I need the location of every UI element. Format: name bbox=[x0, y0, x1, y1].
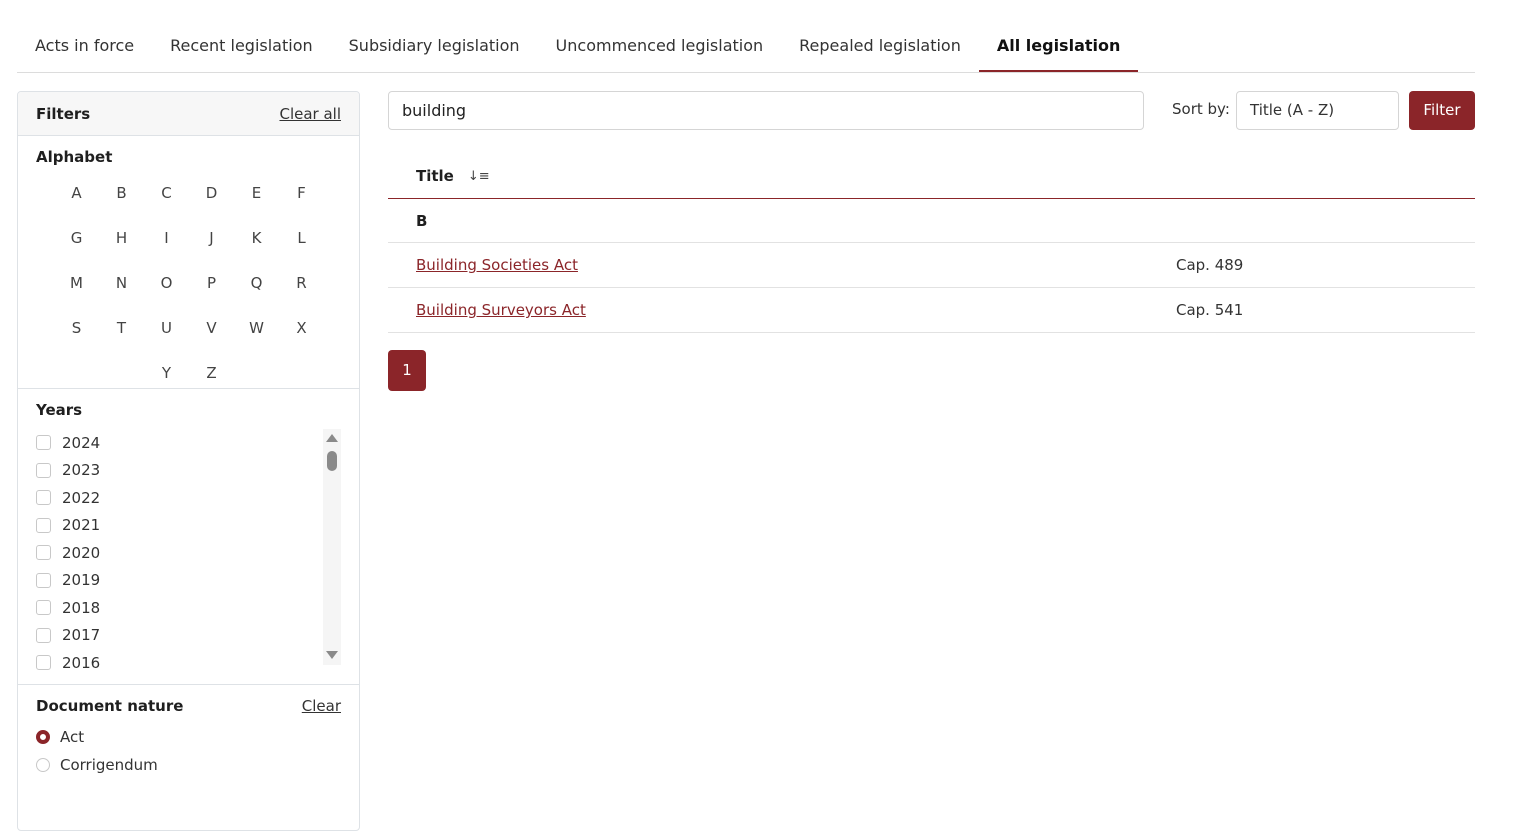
year-label: 2019 bbox=[62, 571, 101, 590]
alphabet-letter-k[interactable]: K bbox=[234, 227, 279, 250]
search-input[interactable] bbox=[388, 91, 1144, 130]
alphabet-letter-v[interactable]: V bbox=[189, 317, 234, 340]
year-checkbox[interactable] bbox=[36, 627, 51, 643]
cap-number: Cap. 541 bbox=[1176, 301, 1244, 319]
alphabet-letter-g[interactable]: G bbox=[54, 227, 99, 250]
tab-uncommenced-legislation[interactable]: Uncommenced legislation bbox=[538, 26, 782, 72]
legislation-link[interactable]: Building Societies Act bbox=[416, 256, 578, 274]
table-row: Building Societies Act Cap. 489 bbox=[388, 243, 1475, 288]
years-title: Years bbox=[36, 401, 83, 419]
document-nature-section: Document nature Clear Act Corrigendum bbox=[18, 685, 359, 791]
alphabet-letter-a[interactable]: A bbox=[54, 182, 99, 205]
title-column-header[interactable]: Title bbox=[416, 167, 454, 185]
year-option-2016[interactable]: 2016 bbox=[36, 649, 341, 677]
year-checkbox[interactable] bbox=[36, 600, 51, 616]
scroll-up-arrow-icon[interactable] bbox=[326, 434, 338, 442]
alphabet-letter-c[interactable]: C bbox=[144, 182, 189, 205]
year-option-2019[interactable]: 2019 bbox=[36, 567, 341, 595]
sort-label: Sort by: bbox=[1172, 100, 1230, 118]
year-checkbox[interactable] bbox=[36, 517, 51, 533]
year-checkbox[interactable] bbox=[36, 435, 51, 451]
alphabet-letter-s[interactable]: S bbox=[54, 317, 99, 340]
tab-subsidiary-legislation[interactable]: Subsidiary legislation bbox=[331, 26, 538, 72]
document-nature-option-corrigendum[interactable]: Corrigendum bbox=[36, 751, 341, 779]
alphabet-letter-o[interactable]: O bbox=[144, 272, 189, 295]
alphabet-letter-t[interactable]: T bbox=[99, 317, 144, 340]
year-checkbox[interactable] bbox=[36, 462, 51, 478]
document-nature-label: Corrigendum bbox=[60, 756, 158, 774]
document-nature-label: Act bbox=[60, 728, 85, 746]
legislation-tabs: Acts in force Recent legislation Subsidi… bbox=[17, 26, 1475, 73]
year-label: 2016 bbox=[62, 653, 101, 672]
filter-button[interactable]: Filter bbox=[1409, 91, 1475, 130]
alphabet-letter-i[interactable]: I bbox=[144, 227, 189, 250]
year-checkbox[interactable] bbox=[36, 655, 51, 671]
alphabet-letter-u[interactable]: U bbox=[144, 317, 189, 340]
alphabet-letter-h[interactable]: H bbox=[99, 227, 144, 250]
alphabet-letter-d[interactable]: D bbox=[189, 182, 234, 205]
alphabet-letter-n[interactable]: N bbox=[99, 272, 144, 295]
radio-button[interactable] bbox=[36, 758, 50, 772]
alphabet-letter-j[interactable]: J bbox=[189, 227, 234, 250]
alphabet-grid: ABCDEF GHIJKL MNOPQR STUVWX YZ bbox=[36, 166, 341, 393]
tab-recent-legislation[interactable]: Recent legislation bbox=[152, 26, 331, 72]
filters-sidebar: Filters Clear all Alphabet ABCDEF GHIJKL M… bbox=[17, 91, 360, 831]
tab-all-legislation[interactable]: All legislation bbox=[978, 26, 1139, 72]
year-label: 2024 bbox=[62, 433, 101, 452]
year-option-2020[interactable]: 2020 bbox=[36, 539, 341, 567]
alphabet-letter-e[interactable]: E bbox=[234, 182, 279, 205]
sort-select[interactable]: Title (A - Z) bbox=[1236, 91, 1399, 130]
year-label: 2021 bbox=[62, 516, 101, 535]
alphabet-letter-r[interactable]: R bbox=[279, 272, 324, 295]
year-label: 2018 bbox=[62, 598, 101, 617]
alphabet-letter-y[interactable]: Y bbox=[144, 362, 189, 385]
legislation-link[interactable]: Building Surveyors Act bbox=[416, 301, 586, 319]
alphabet-letter-z[interactable]: Z bbox=[189, 362, 234, 385]
alphabet-letter-x[interactable]: X bbox=[279, 317, 324, 340]
scroll-down-arrow-icon[interactable] bbox=[326, 651, 338, 659]
year-label: 2020 bbox=[62, 543, 101, 562]
tab-acts-in-force[interactable]: Acts in force bbox=[17, 26, 152, 72]
year-label: 2022 bbox=[62, 488, 101, 507]
document-nature-title: Document nature bbox=[36, 697, 184, 715]
alphabet-letter-b[interactable]: B bbox=[99, 182, 144, 205]
clear-all-link[interactable]: Clear all bbox=[279, 105, 341, 123]
filters-title: Filters bbox=[36, 104, 91, 123]
year-option-2018[interactable]: 2018 bbox=[36, 594, 341, 622]
table-row: Building Surveyors Act Cap. 541 bbox=[388, 288, 1475, 333]
alphabet-letter-q[interactable]: Q bbox=[234, 272, 279, 295]
years-section: Years 2024 2023 2022 2021 2020 2019 2018 2017 20… bbox=[18, 389, 359, 685]
year-option-2021[interactable]: 2021 bbox=[36, 512, 341, 540]
year-label: 2023 bbox=[62, 461, 101, 480]
tab-repealed-legislation[interactable]: Repealed legislation bbox=[781, 26, 979, 72]
year-option-2023[interactable]: 2023 bbox=[36, 457, 341, 485]
cap-number: Cap. 489 bbox=[1176, 256, 1244, 274]
results-table: Title ↓≡ B Building Societies Act Cap. 4… bbox=[388, 154, 1475, 333]
document-nature-clear-link[interactable]: Clear bbox=[302, 697, 341, 715]
table-header: Title ↓≡ bbox=[388, 154, 1475, 199]
alphabet-letter-f[interactable]: F bbox=[279, 182, 324, 205]
group-letter: B bbox=[388, 199, 1475, 243]
pagination-page-1[interactable]: 1 bbox=[388, 350, 426, 391]
alphabet-letter-w[interactable]: W bbox=[234, 317, 279, 340]
sort-descending-icon[interactable]: ↓≡ bbox=[468, 169, 490, 184]
alphabet-section: Alphabet ABCDEF GHIJKL MNOPQR STUVWX YZ bbox=[18, 136, 359, 389]
year-checkbox[interactable] bbox=[36, 490, 51, 506]
scroll-thumb[interactable] bbox=[327, 451, 337, 471]
year-label: 2017 bbox=[62, 626, 101, 645]
years-list: 2024 2023 2022 2021 2020 2019 2018 2017 2016 bbox=[36, 429, 341, 672]
year-option-2017[interactable]: 2017 bbox=[36, 622, 341, 650]
years-scrollbar[interactable] bbox=[323, 429, 341, 665]
filters-header: Filters Clear all bbox=[18, 92, 359, 136]
alphabet-letter-m[interactable]: M bbox=[54, 272, 99, 295]
document-nature-option-act[interactable]: Act bbox=[36, 723, 341, 751]
radio-button[interactable] bbox=[36, 730, 50, 744]
year-option-2022[interactable]: 2022 bbox=[36, 484, 341, 512]
alphabet-title: Alphabet bbox=[36, 148, 113, 166]
alphabet-letter-p[interactable]: P bbox=[189, 272, 234, 295]
year-option-2024[interactable]: 2024 bbox=[36, 429, 341, 457]
alphabet-letter-l[interactable]: L bbox=[279, 227, 324, 250]
year-checkbox[interactable] bbox=[36, 545, 51, 561]
year-checkbox[interactable] bbox=[36, 572, 51, 588]
